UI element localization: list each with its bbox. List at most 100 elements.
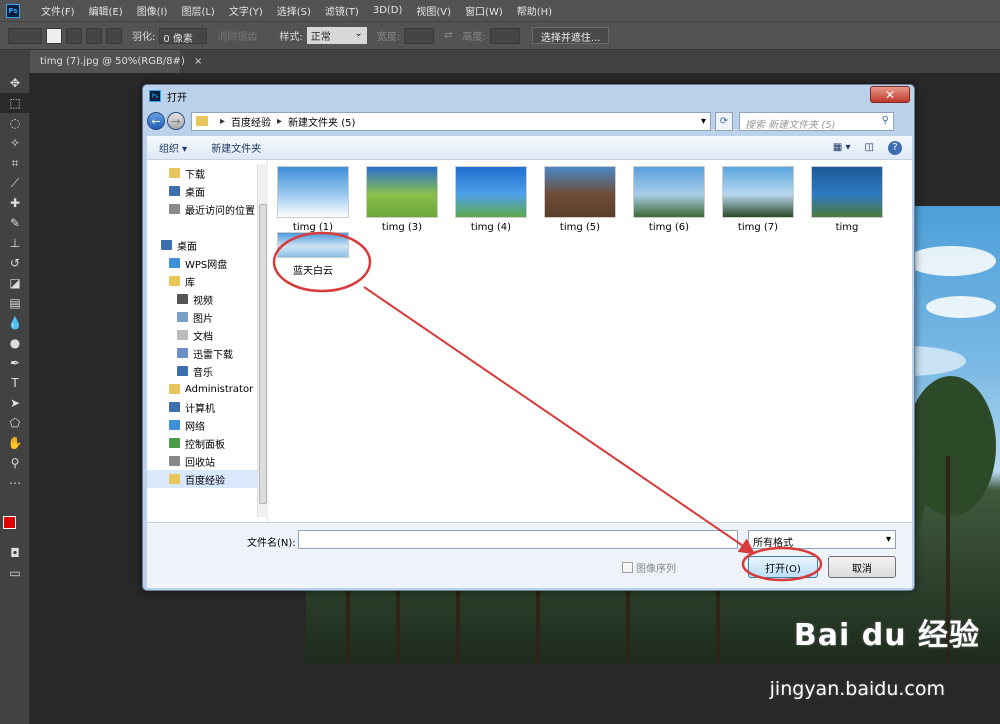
new-selection-icon[interactable] bbox=[46, 27, 62, 44]
preview-pane-icon[interactable]: ◫ bbox=[865, 142, 874, 153]
eyedropper-tool-icon[interactable]: ⟋ bbox=[0, 173, 30, 193]
swap-icon[interactable]: ⇄ bbox=[444, 30, 452, 41]
menu-help[interactable]: 帮助(H) bbox=[510, 3, 559, 18]
nav-item[interactable]: 视频 bbox=[147, 290, 267, 308]
file-item[interactable]: timg (1) bbox=[273, 166, 353, 233]
height-input[interactable] bbox=[489, 27, 520, 44]
menu-window[interactable]: 窗口(W) bbox=[458, 3, 510, 18]
gradient-tool-icon[interactable]: ▤ bbox=[0, 293, 30, 313]
nav-item[interactable]: 音乐 bbox=[147, 362, 267, 380]
nav-item[interactable]: 迅雷下载 bbox=[147, 344, 267, 362]
menu-select[interactable]: 选择(S) bbox=[270, 3, 318, 18]
menu-file[interactable]: 文件(F) bbox=[34, 3, 82, 18]
file-item[interactable]: timg (5) bbox=[540, 166, 620, 233]
search-input[interactable]: 搜索 新建文件夹 (5) ⚲ bbox=[739, 111, 894, 131]
healing-brush-tool-icon[interactable]: ✚ bbox=[0, 193, 30, 213]
foreground-color-swatch[interactable] bbox=[3, 516, 16, 529]
nav-item[interactable]: Administrator bbox=[147, 380, 267, 398]
checkbox-box[interactable] bbox=[622, 562, 633, 573]
nav-item[interactable]: 桌面 bbox=[147, 236, 267, 254]
menu-image[interactable]: 图像(I) bbox=[130, 3, 175, 18]
more-tools-icon[interactable]: ⋯ bbox=[0, 473, 30, 493]
close-icon[interactable]: × bbox=[194, 56, 202, 67]
add-selection-icon[interactable] bbox=[66, 27, 82, 44]
nav-item[interactable]: 图片 bbox=[147, 308, 267, 326]
file-thumbnail[interactable] bbox=[811, 166, 883, 218]
file-type-select[interactable]: 所有格式 ▾ bbox=[748, 530, 896, 549]
file-thumbnail[interactable] bbox=[366, 166, 438, 218]
menu-type[interactable]: 文字(Y) bbox=[222, 3, 270, 18]
marquee-preset-picker[interactable] bbox=[8, 27, 42, 44]
subtract-selection-icon[interactable] bbox=[86, 27, 102, 44]
width-input[interactable] bbox=[404, 27, 435, 44]
file-item[interactable]: timg (6) bbox=[629, 166, 709, 233]
navigation-scrollbar[interactable] bbox=[257, 164, 268, 517]
nav-item[interactable]: 控制面板 bbox=[147, 434, 267, 452]
nav-item[interactable]: 文档 bbox=[147, 326, 267, 344]
forward-arrow-icon[interactable]: → bbox=[167, 112, 185, 130]
menu-edit[interactable]: 编辑(E) bbox=[82, 3, 130, 18]
search-icon[interactable]: ⚲ bbox=[882, 115, 889, 126]
screen-mode-icon[interactable]: ▭ bbox=[0, 563, 30, 583]
help-icon[interactable]: ? bbox=[888, 140, 902, 155]
zoom-tool-icon[interactable]: ⚲ bbox=[0, 453, 30, 473]
menu-filter[interactable]: 滤镜(T) bbox=[318, 3, 366, 18]
nav-item[interactable]: 百度经验 bbox=[147, 470, 267, 488]
nav-item[interactable]: 库 bbox=[147, 272, 267, 290]
dodge-tool-icon[interactable]: ● bbox=[0, 333, 30, 353]
menu-layer[interactable]: 图层(L) bbox=[174, 3, 221, 18]
refresh-icon[interactable]: ⟳ bbox=[715, 111, 733, 131]
blur-tool-icon[interactable]: 💧 bbox=[0, 313, 30, 333]
quick-mask-icon[interactable]: ◘ bbox=[0, 543, 30, 563]
nav-item[interactable]: 回收站 bbox=[147, 452, 267, 470]
file-thumbnail[interactable] bbox=[277, 232, 349, 258]
eraser-tool-icon[interactable]: ◪ bbox=[0, 273, 30, 293]
file-thumbnail[interactable] bbox=[455, 166, 527, 218]
lasso-tool-icon[interactable]: ◌ bbox=[0, 113, 30, 133]
select-and-mask-button[interactable]: 选择并遮住... bbox=[531, 27, 610, 44]
hand-tool-icon[interactable]: ✋ bbox=[0, 433, 30, 453]
menu-3d[interactable]: 3D(D) bbox=[366, 5, 410, 16]
shape-tool-icon[interactable]: ⬠ bbox=[0, 413, 30, 433]
breadcrumb-new-folder-5[interactable]: 新建文件夹 (5) bbox=[288, 114, 355, 129]
document-tab[interactable]: timg (7).jpg @ 50%(RGB/8#) × bbox=[30, 50, 202, 74]
image-sequence-checkbox[interactable]: 图像序列 bbox=[622, 560, 676, 575]
back-arrow-icon[interactable]: ← bbox=[147, 112, 165, 130]
file-thumbnail[interactable] bbox=[633, 166, 705, 218]
filename-input[interactable] bbox=[298, 530, 738, 549]
nav-item[interactable]: 计算机 bbox=[147, 398, 267, 416]
file-item[interactable]: timg (3) bbox=[362, 166, 442, 233]
dialog-close-button[interactable]: ✕ bbox=[870, 86, 910, 103]
intersect-selection-icon[interactable] bbox=[106, 27, 122, 44]
nav-item[interactable]: WPS网盘 bbox=[147, 254, 267, 272]
marquee-tool-icon[interactable]: ⬚ bbox=[0, 93, 30, 113]
style-select[interactable]: 正常 ⌄ bbox=[306, 27, 367, 44]
dialog-titlebar[interactable]: Ps 打开 ✕ bbox=[143, 85, 914, 107]
organize-menu[interactable]: 组织 ▾ bbox=[159, 140, 187, 155]
path-selection-tool-icon[interactable]: ➤ bbox=[0, 393, 30, 413]
chevron-down-icon[interactable]: ▾ bbox=[701, 116, 706, 127]
clone-stamp-tool-icon[interactable]: ⊥ bbox=[0, 233, 30, 253]
cancel-button[interactable]: 取消 bbox=[828, 556, 896, 578]
scrollbar-thumb[interactable] bbox=[259, 204, 267, 504]
menu-view[interactable]: 视图(V) bbox=[409, 3, 458, 18]
magic-wand-tool-icon[interactable]: ✧ bbox=[0, 133, 30, 153]
file-thumbnail[interactable] bbox=[544, 166, 616, 218]
brush-tool-icon[interactable]: ✎ bbox=[0, 213, 30, 233]
file-thumbnail[interactable] bbox=[722, 166, 794, 218]
file-thumbnail[interactable] bbox=[277, 166, 349, 218]
history-brush-tool-icon[interactable]: ↺ bbox=[0, 253, 30, 273]
nav-item[interactable]: 最近访问的位置 bbox=[147, 200, 267, 218]
nav-item[interactable]: 下载 bbox=[147, 164, 267, 182]
file-item[interactable]: timg (4) bbox=[451, 166, 531, 233]
view-options-icon[interactable]: ▦ ▾ bbox=[833, 142, 851, 153]
file-item[interactable]: timg bbox=[807, 166, 887, 233]
antialias-checkbox[interactable]: 消除锯齿 bbox=[217, 28, 257, 43]
file-item[interactable]: timg (7) bbox=[718, 166, 798, 233]
address-bar[interactable]: ▸ 百度经验 ▸ 新建文件夹 (5) ▾ bbox=[191, 111, 711, 131]
nav-item[interactable]: 桌面 bbox=[147, 182, 267, 200]
nav-item[interactable]: 网络 bbox=[147, 416, 267, 434]
type-tool-icon[interactable]: T bbox=[0, 373, 30, 393]
open-button[interactable]: 打开(O) bbox=[748, 556, 818, 578]
file-item[interactable]: 蓝天白云 bbox=[273, 232, 353, 277]
